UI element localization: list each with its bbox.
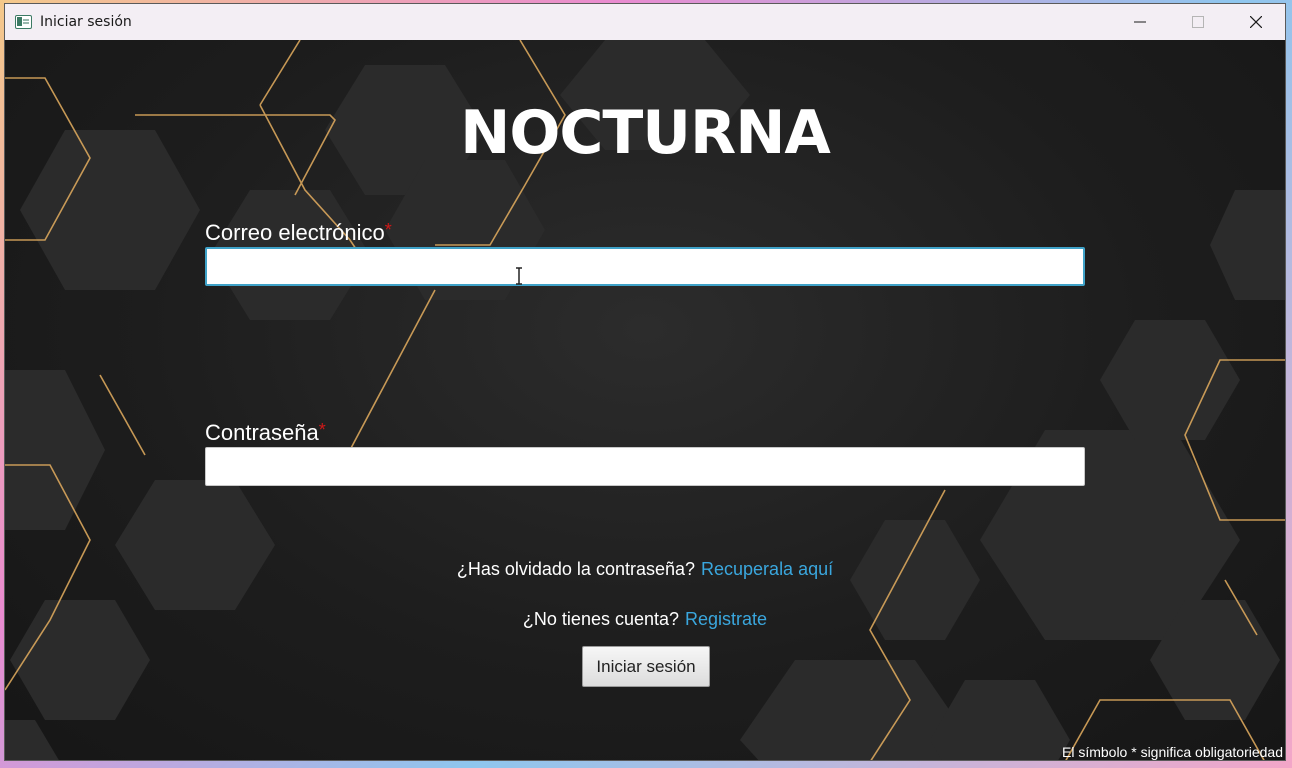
app-icon — [15, 15, 32, 29]
login-content: NOCTURNA Correo electrónico* Contraseña*… — [5, 40, 1285, 760]
forgot-password-row: ¿Has olvidado la contraseña? Recuperala a… — [5, 559, 1285, 580]
minimize-icon — [1134, 21, 1146, 23]
required-footnote: El símbolo * significa obligatoriedad — [1061, 744, 1283, 760]
recover-password-link[interactable]: Recuperala aquí — [701, 559, 833, 579]
title-bar[interactable]: Iniciar sesión — [5, 4, 1285, 40]
window-controls — [1111, 4, 1285, 40]
minimize-button[interactable] — [1111, 4, 1169, 40]
login-button[interactable]: Iniciar sesión — [582, 646, 710, 687]
maximize-button[interactable] — [1169, 4, 1227, 40]
close-button[interactable] — [1227, 4, 1285, 40]
brand-title: NOCTURNA — [460, 98, 831, 168]
window-title: Iniciar sesión — [40, 14, 132, 30]
forgot-password-prompt: ¿Has olvidado la contraseña? — [456, 559, 696, 579]
register-prompt: ¿No tienes cuenta? — [522, 609, 680, 629]
email-required-marker: * — [384, 220, 392, 240]
email-label-text: Correo electrónico — [205, 220, 385, 245]
password-label-text: Contraseña — [205, 420, 319, 445]
email-label: Correo electrónico* — [205, 220, 392, 246]
login-window: Iniciar sesión NOCTURNA Correo electróni… — [4, 3, 1286, 761]
password-label: Contraseña* — [205, 420, 326, 446]
close-icon — [1250, 16, 1262, 28]
register-row: ¿No tienes cuenta? Registrate — [5, 609, 1285, 630]
register-link[interactable]: Registrate — [685, 609, 767, 629]
password-required-marker: * — [318, 420, 326, 440]
password-field[interactable] — [205, 447, 1085, 486]
text-cursor-icon — [516, 267, 522, 285]
email-field[interactable] — [205, 247, 1085, 286]
maximize-icon — [1192, 16, 1204, 28]
